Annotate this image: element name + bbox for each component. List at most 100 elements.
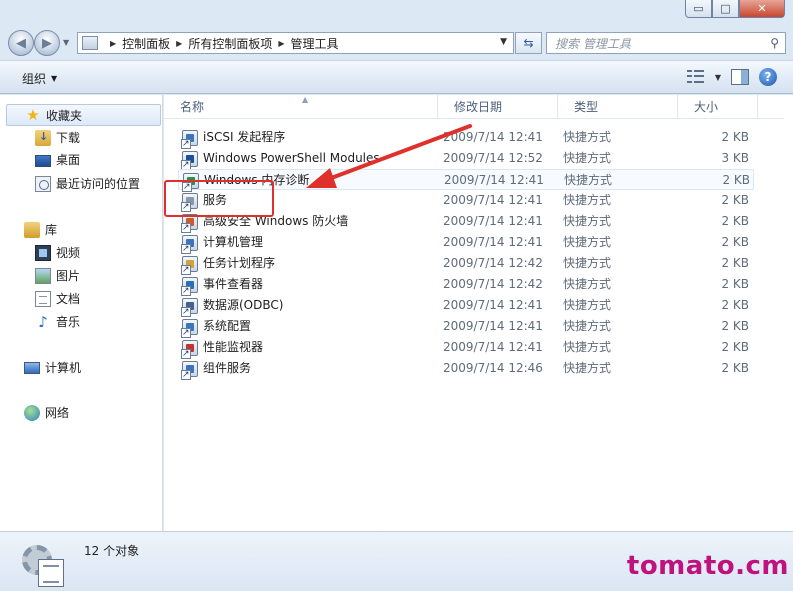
shortcut-icon (181, 234, 198, 254)
file-type: 快捷方式 (563, 151, 612, 165)
column-header: ▲ 名称 修改日期 类型 大小 (164, 95, 784, 119)
nav-music[interactable]: ♪ 音乐 (35, 313, 80, 330)
file-type: 快捷方式 (563, 340, 612, 354)
view-options-icon[interactable] (686, 70, 705, 84)
column-label: 大小 (694, 100, 719, 114)
breadcrumb-control-panel[interactable]: 控制面板 (122, 35, 170, 52)
file-row[interactable]: 系统配置 2009/7/14 12:41 快捷方式 2 KB (178, 316, 754, 338)
file-date: 2009/7/14 12:52 (443, 151, 543, 165)
shortcut-icon (181, 129, 198, 149)
chevron-right-icon[interactable]: ▶ (176, 39, 182, 48)
file-date: 2009/7/14 12:41 (443, 214, 543, 228)
forward-button[interactable]: ▶ (34, 30, 60, 56)
nav-desktop[interactable]: 桌面 (35, 151, 80, 168)
nav-computer[interactable]: 计算机 (24, 359, 81, 376)
back-button[interactable]: ◀ (8, 30, 34, 56)
command-bar: 组织 ▼ ▼ ? (0, 60, 793, 94)
file-row[interactable]: 性能监视器 2009/7/14 12:41 快捷方式 2 KB (178, 337, 754, 359)
nav-documents[interactable]: 文档 (35, 290, 80, 307)
file-date: 2009/7/14 12:46 (443, 361, 543, 375)
column-type[interactable]: 类型 (558, 95, 678, 119)
item-count: 12 个对象 (84, 544, 140, 558)
view-dropdown-icon[interactable]: ▼ (715, 73, 721, 82)
chevron-right-icon[interactable]: ▶ (278, 39, 284, 48)
file-list: ▲ 名称 修改日期 类型 大小 iSCSI 发起程序 2009/7/14 12:4… (164, 95, 784, 531)
preview-pane-icon[interactable] (731, 69, 749, 85)
annotation-highlight-box (164, 180, 274, 217)
breadcrumb-admin-tools[interactable]: 管理工具 (291, 35, 339, 52)
nav-label: 最近访问的位置 (56, 177, 141, 191)
nav-label: 视频 (56, 246, 81, 260)
music-note-icon: ♪ (38, 312, 48, 331)
file-row[interactable]: 事件查看器 2009/7/14 12:42 快捷方式 2 KB (178, 274, 754, 296)
computer-icon (24, 361, 40, 374)
toolbar-right: ▼ ? (686, 68, 777, 86)
nav-label: 文档 (56, 292, 81, 306)
minimize-button[interactable]: ▭ (685, 0, 712, 18)
shortcut-icon (181, 150, 198, 170)
organize-label: 组织 (22, 72, 47, 86)
search-placeholder: 搜索 管理工具 (555, 36, 631, 51)
file-row[interactable]: iSCSI 发起程序 2009/7/14 12:41 快捷方式 2 KB (178, 127, 754, 149)
column-date[interactable]: 修改日期 (438, 95, 558, 119)
address-bar[interactable]: ▶ 控制面板 ▶ 所有控制面板项 ▶ 管理工具 ▼ (77, 32, 514, 54)
document-icon (38, 559, 64, 587)
file-size: 2 KB (722, 173, 750, 187)
watermark: tomato.cm (626, 551, 789, 581)
file-size: 2 KB (721, 277, 749, 291)
close-button[interactable]: ✕ (739, 0, 785, 18)
file-date: 2009/7/14 12:41 (443, 298, 543, 312)
search-input[interactable]: 搜索 管理工具 ⚲ (546, 32, 786, 54)
file-date: 2009/7/14 12:41 (444, 173, 544, 187)
caret-down-icon: ▼ (51, 74, 58, 83)
status-bar: 12 个对象 tomato.cm (0, 531, 793, 591)
search-icon[interactable]: ⚲ (770, 36, 779, 50)
maximize-button[interactable]: □ (712, 0, 739, 18)
nav-label: 桌面 (56, 153, 81, 167)
nav-libraries[interactable]: 库 (24, 221, 57, 238)
column-size[interactable]: 大小 (678, 95, 758, 119)
shortcut-icon (181, 360, 198, 380)
file-size: 2 KB (721, 256, 749, 270)
file-row[interactable]: Windows PowerShell Modules 2009/7/14 12:5… (178, 148, 754, 170)
organize-menu[interactable]: 组织 ▼ (22, 70, 57, 87)
recent-places-icon (35, 175, 51, 192)
column-label: 修改日期 (454, 100, 503, 114)
file-row[interactable]: 组件服务 2009/7/14 12:46 快捷方式 2 KB (178, 358, 754, 380)
file-type: 快捷方式 (563, 298, 612, 312)
address-dropdown-icon[interactable]: ▼ (500, 37, 507, 47)
caption-buttons: ▭ □ ✕ (685, 0, 785, 18)
breadcrumb-all-items[interactable]: 所有控制面板项 (188, 35, 272, 52)
file-name-cell: iSCSI 发起程序 (181, 127, 286, 149)
file-date: 2009/7/14 12:41 (443, 319, 543, 333)
nav-videos[interactable]: 视频 (35, 244, 80, 261)
recent-pages-dropdown[interactable]: ▼ (63, 38, 69, 47)
column-label: 类型 (574, 100, 599, 114)
column-name[interactable]: ▲ 名称 (164, 95, 438, 119)
nav-label: 收藏夹 (46, 108, 83, 123)
sort-ascending-icon: ▲ (302, 95, 309, 104)
nav-network[interactable]: 网络 (24, 404, 69, 421)
nav-favorites[interactable]: ★ 收藏夹 (6, 104, 161, 126)
refresh-button[interactable]: ⇆ (515, 32, 542, 54)
help-icon[interactable]: ? (759, 68, 777, 86)
nav-label: 音乐 (56, 315, 81, 329)
file-row[interactable]: 数据源(ODBC) 2009/7/14 12:41 快捷方式 2 KB (178, 295, 754, 317)
nav-label: 图片 (56, 269, 81, 283)
file-name-cell: 任务计划程序 (181, 253, 275, 275)
file-row[interactable]: 计算机管理 2009/7/14 12:41 快捷方式 2 KB (178, 232, 754, 254)
file-size: 2 KB (721, 214, 749, 228)
file-name: iSCSI 发起程序 (203, 130, 286, 144)
file-size: 3 KB (721, 151, 749, 165)
chevron-right-icon[interactable]: ▶ (110, 39, 116, 48)
file-date: 2009/7/14 12:41 (443, 340, 543, 354)
file-size: 2 KB (721, 298, 749, 312)
shortcut-icon (181, 255, 198, 275)
explorer-window: ▭ □ ✕ ◀ ▶ ▼ ▶ 控制面板 ▶ 所有控制面板项 ▶ 管理工具 ▼ ⇆ … (0, 0, 793, 591)
file-type: 快捷方式 (563, 130, 612, 144)
column-label: 名称 (180, 100, 205, 114)
nav-recent-places[interactable]: 最近访问的位置 (35, 175, 140, 192)
file-row[interactable]: 任务计划程序 2009/7/14 12:42 快捷方式 2 KB (178, 253, 754, 275)
nav-pictures[interactable]: 图片 (35, 267, 80, 284)
nav-downloads[interactable]: 下载 (35, 129, 80, 146)
